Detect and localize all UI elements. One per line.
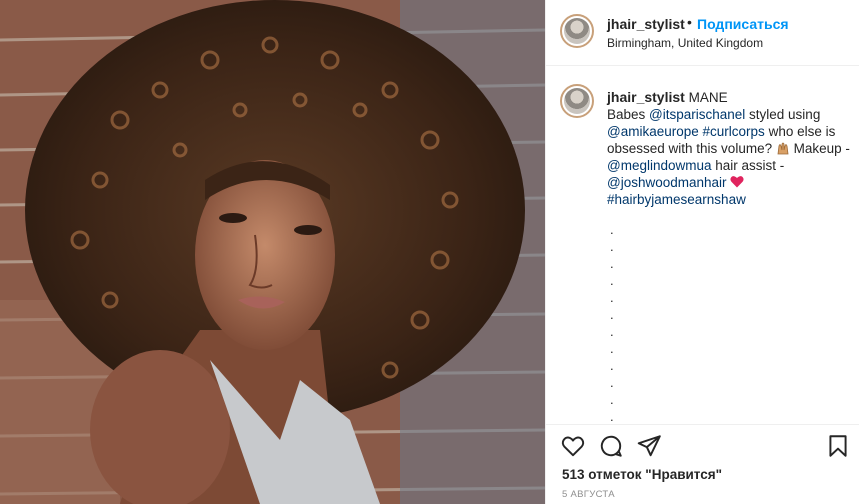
caption-dot: . — [610, 222, 614, 237]
comment-button[interactable] — [598, 433, 624, 459]
caption-fragment: styled using — [745, 107, 821, 122]
caption-dot: . — [610, 375, 614, 390]
follow-button[interactable]: Подписаться — [697, 16, 789, 32]
bookmark-icon — [829, 435, 847, 457]
post-location[interactable]: Birmingham, United Kingdom — [607, 36, 763, 50]
post-photo[interactable] — [0, 0, 545, 504]
caption-fragment: Babes — [607, 107, 650, 122]
post-side-panel: jhair_stylist • Подписаться Birmingham, … — [545, 0, 859, 504]
header-separator: • — [687, 14, 692, 30]
raised-hands-emoji-icon — [777, 142, 789, 155]
caption-dot: . — [610, 358, 614, 373]
post-actions-bar — [546, 424, 859, 468]
caption-dot: . — [610, 256, 614, 271]
author-username[interactable]: jhair_stylist — [607, 16, 685, 32]
heart-outline-icon — [561, 436, 585, 457]
caption-username[interactable]: jhair_stylist — [607, 89, 685, 105]
save-button[interactable] — [825, 433, 851, 459]
post-header: jhair_stylist • Подписаться Birmingham, … — [546, 0, 859, 66]
caption-dot-lines: . . . . . . . . . . . . — [610, 221, 630, 424]
share-button[interactable] — [636, 433, 662, 459]
caption-dot: . — [610, 273, 614, 288]
caption-section: jhair_stylist MANE Babes @itsparischanel … — [546, 66, 859, 424]
mention-link[interactable]: @joshwoodmanhair — [607, 175, 727, 190]
hashtag-link[interactable]: #hairbyjamesearnshaw — [607, 192, 746, 207]
mention-link[interactable]: @amikaeurope — [607, 124, 699, 139]
caption-dot: . — [610, 392, 614, 407]
post-photo-image — [0, 0, 545, 504]
comment-bubble-icon — [600, 435, 622, 457]
caption-fragment: Makeup - — [789, 141, 850, 156]
author-avatar[interactable] — [560, 14, 594, 48]
hashtag-link[interactable]: #curlcorps — [703, 124, 765, 139]
caption-dot: . — [610, 290, 614, 305]
caption-dot: . — [610, 409, 614, 424]
caption-dot: . — [610, 341, 614, 356]
caption-author-avatar[interactable] — [560, 84, 594, 118]
caption-dot: . — [610, 324, 614, 339]
red-heart-emoji-icon — [730, 176, 744, 188]
like-button[interactable] — [560, 433, 586, 459]
caption-dot: . — [610, 239, 614, 254]
paper-plane-icon — [637, 435, 661, 457]
mention-link[interactable]: @itsparischanel — [649, 107, 745, 122]
caption-fragment: MANE — [684, 90, 728, 105]
likes-count[interactable]: 513 отметок "Нравится" — [562, 467, 722, 482]
caption-fragment: hair assist - — [711, 158, 785, 173]
mention-link[interactable]: @meglindowmua — [607, 158, 712, 173]
caption-text: jhair_stylist MANE Babes @itsparischanel … — [607, 89, 852, 208]
caption-dot: . — [610, 307, 614, 322]
post-date[interactable]: 5 АВГУСТА — [562, 489, 615, 500]
